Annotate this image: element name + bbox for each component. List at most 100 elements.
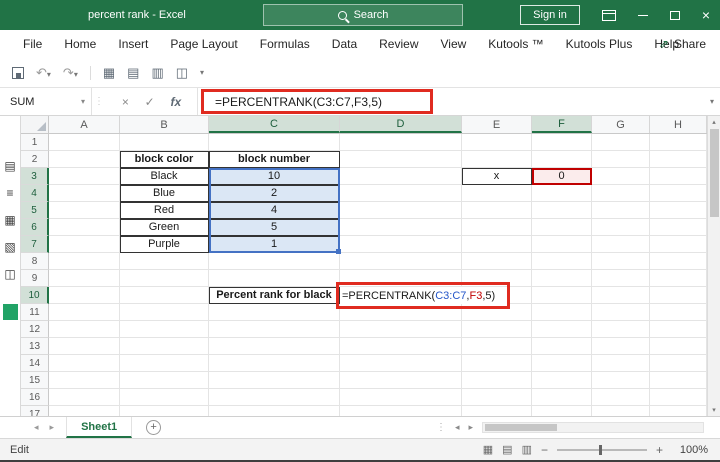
insert-function-icon[interactable]: fx — [171, 95, 182, 109]
cell-C1[interactable] — [209, 134, 340, 151]
page-layout-view-icon[interactable]: ▤ — [502, 443, 512, 456]
formula-bar-expand-icon[interactable]: ▾ — [710, 97, 714, 106]
cell-D16[interactable] — [340, 389, 462, 406]
cell-C16[interactable] — [209, 389, 340, 406]
zoom-slider-thumb[interactable] — [598, 444, 602, 455]
sheet-bar-dots-icon[interactable]: ⋮ — [436, 422, 446, 433]
cell-A10[interactable] — [49, 287, 120, 304]
maximize-icon[interactable] — [669, 10, 680, 20]
row-header-3[interactable]: 3 — [21, 168, 49, 185]
row-header-12[interactable]: 12 — [21, 321, 49, 338]
scroll-down-icon[interactable]: ▾ — [712, 406, 716, 414]
cell-G14[interactable] — [592, 355, 650, 372]
cell-E2[interactable] — [462, 151, 532, 168]
row-header-4[interactable]: 4 — [21, 185, 49, 202]
cell-C3[interactable]: 10 — [209, 168, 340, 185]
cell-G7[interactable] — [592, 236, 650, 253]
row-header-10[interactable]: 10 — [21, 287, 49, 304]
tab-formulas[interactable]: Formulas — [249, 37, 321, 51]
row-header-11[interactable]: 11 — [21, 304, 49, 321]
cell-H9[interactable] — [650, 270, 707, 287]
cell-B5[interactable]: Red — [120, 202, 209, 219]
cell-G10[interactable] — [592, 287, 650, 304]
cell-G4[interactable] — [592, 185, 650, 202]
cell-D11[interactable] — [340, 304, 462, 321]
cancel-entry-icon[interactable]: × — [122, 95, 129, 109]
row-header-13[interactable]: 13 — [21, 338, 49, 355]
cell-H16[interactable] — [650, 389, 707, 406]
horizontal-scrollbar-thumb[interactable] — [485, 424, 557, 431]
cell-B1[interactable] — [120, 134, 209, 151]
toolbar-panel-icon[interactable]: ◫ — [176, 66, 188, 79]
cell-F14[interactable] — [532, 355, 592, 372]
cell-C7[interactable]: 1 — [209, 236, 340, 253]
cell-G15[interactable] — [592, 372, 650, 389]
cell-E1[interactable] — [462, 134, 532, 151]
cell-B10[interactable] — [120, 287, 209, 304]
cell-B8[interactable] — [120, 253, 209, 270]
column-header-G[interactable]: G — [592, 116, 650, 133]
cell-B11[interactable] — [120, 304, 209, 321]
toolbar-grid-icon[interactable]: ▦ — [103, 66, 115, 79]
cell-A6[interactable] — [49, 219, 120, 236]
cell-B16[interactable] — [120, 389, 209, 406]
cell-H3[interactable] — [650, 168, 707, 185]
cell-E7[interactable] — [462, 236, 532, 253]
cell-G3[interactable] — [592, 168, 650, 185]
row-header-17[interactable]: 17 — [21, 406, 49, 416]
cell-F3[interactable]: 0 — [532, 168, 592, 185]
tab-page-layout[interactable]: Page Layout — [159, 37, 248, 51]
cell-F4[interactable] — [532, 185, 592, 202]
cell-B9[interactable] — [120, 270, 209, 287]
cell-E17[interactable] — [462, 406, 532, 416]
cell-E13[interactable] — [462, 338, 532, 355]
cell-F9[interactable] — [532, 270, 592, 287]
cell-A9[interactable] — [49, 270, 120, 287]
prev-sheet-icon[interactable]: ◂ — [34, 422, 39, 433]
cell-A12[interactable] — [49, 321, 120, 338]
cell-B2[interactable]: block color — [120, 151, 209, 168]
cell-B3[interactable]: Black — [120, 168, 209, 185]
cell-E14[interactable] — [462, 355, 532, 372]
column-header-C[interactable]: C — [209, 116, 340, 133]
cell-H6[interactable] — [650, 219, 707, 236]
cell-G9[interactable] — [592, 270, 650, 287]
cell-B13[interactable] — [120, 338, 209, 355]
cell-F17[interactable] — [532, 406, 592, 416]
row-header-15[interactable]: 15 — [21, 372, 49, 389]
name-box[interactable]: SUM ▾ — [0, 88, 92, 115]
pane-find-icon[interactable]: ◫ — [4, 268, 15, 280]
cell-H10[interactable] — [650, 287, 707, 304]
cell-B4[interactable]: Blue — [120, 185, 209, 202]
sign-in-button[interactable]: Sign in — [520, 5, 580, 25]
cell-D1[interactable] — [340, 134, 462, 151]
zoom-in-icon[interactable]: + — [656, 443, 663, 457]
cell-A16[interactable] — [49, 389, 120, 406]
cell-A5[interactable] — [49, 202, 120, 219]
cell-D7[interactable] — [340, 236, 462, 253]
cell-D15[interactable] — [340, 372, 462, 389]
cell-F15[interactable] — [532, 372, 592, 389]
save-icon[interactable] — [12, 66, 24, 79]
cell-F8[interactable] — [532, 253, 592, 270]
tab-kutools-plus[interactable]: Kutools Plus — [555, 37, 644, 51]
tab-data[interactable]: Data — [321, 37, 368, 51]
cell-G5[interactable] — [592, 202, 650, 219]
cell-H7[interactable] — [650, 236, 707, 253]
cell-B12[interactable] — [120, 321, 209, 338]
cell-F6[interactable] — [532, 219, 592, 236]
zoom-slider[interactable] — [556, 444, 647, 455]
vertical-scrollbar[interactable]: ▴ ▾ — [707, 116, 720, 416]
cell-E15[interactable] — [462, 372, 532, 389]
select-all-corner[interactable] — [21, 116, 49, 133]
cell-A13[interactable] — [49, 338, 120, 355]
tab-file[interactable]: File — [12, 37, 53, 51]
cell-G6[interactable] — [592, 219, 650, 236]
row-header-14[interactable]: 14 — [21, 355, 49, 372]
cell-H4[interactable] — [650, 185, 707, 202]
cell-D9[interactable] — [340, 270, 462, 287]
cell-E12[interactable] — [462, 321, 532, 338]
cell-A1[interactable] — [49, 134, 120, 151]
tab-kutools[interactable]: Kutools ™ — [477, 37, 554, 51]
cell-G17[interactable] — [592, 406, 650, 416]
